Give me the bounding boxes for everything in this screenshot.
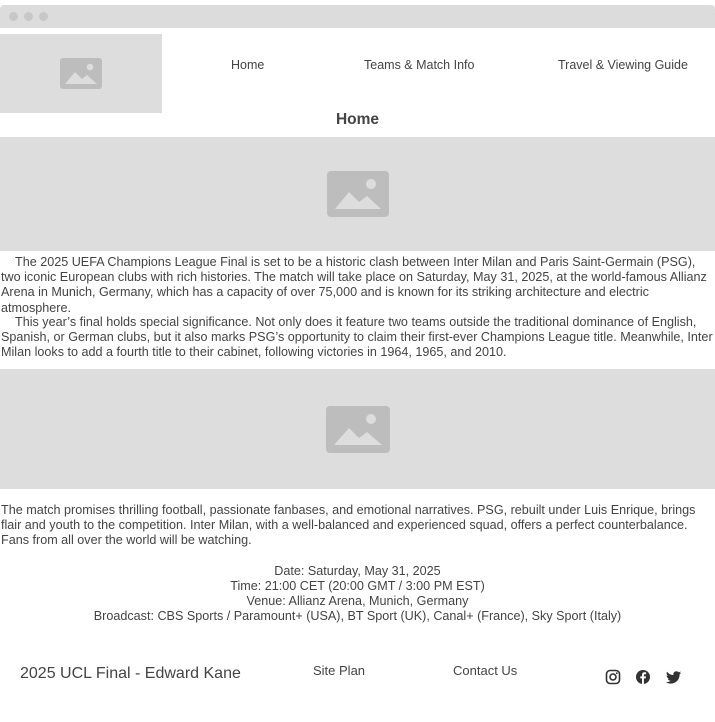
image-placeholder-icon bbox=[60, 58, 102, 89]
hero-image bbox=[0, 137, 715, 251]
page-title: Home bbox=[335, 111, 380, 128]
match-date: Date: Saturday, May 31, 2025 bbox=[274, 564, 441, 578]
twitter-icon[interactable] bbox=[666, 669, 682, 685]
nav-home-link[interactable]: Home bbox=[231, 58, 264, 72]
instagram-icon[interactable] bbox=[605, 669, 621, 685]
match-time: Time: 21:00 CET (20:00 GMT / 3:00 PM EST… bbox=[230, 579, 485, 593]
significance-paragraph: This year’s final holds special signific… bbox=[1, 315, 713, 360]
image-placeholder-icon bbox=[325, 405, 390, 453]
footer-site-plan-link[interactable]: Site Plan bbox=[313, 663, 365, 678]
match-venue: Venue: Allianz Arena, Munich, Germany bbox=[246, 594, 469, 608]
window-close-dot[interactable] bbox=[9, 12, 18, 21]
nav-teams-match-info-link[interactable]: Teams & Match Info bbox=[364, 58, 474, 72]
nav-travel-viewing-guide-link[interactable]: Travel & Viewing Guide bbox=[558, 58, 688, 72]
facebook-icon[interactable] bbox=[635, 669, 651, 685]
outlook-paragraph: The match promises thrilling football, p… bbox=[1, 503, 696, 548]
window-maximize-dot[interactable] bbox=[39, 12, 48, 21]
site-logo[interactable] bbox=[0, 34, 162, 113]
window-titlebar bbox=[0, 5, 715, 28]
match-broadcast: Broadcast: CBS Sports / Paramount+ (USA)… bbox=[93, 609, 622, 623]
intro-paragraph: The 2025 UEFA Champions League Final is … bbox=[1, 255, 707, 315]
footer-title: 2025 UCL Final - Edward Kane bbox=[20, 665, 241, 682]
content-image bbox=[0, 369, 715, 489]
window-minimize-dot[interactable] bbox=[24, 12, 33, 21]
footer-contact-us-link[interactable]: Contact Us bbox=[453, 663, 517, 678]
image-placeholder-icon bbox=[326, 171, 389, 217]
